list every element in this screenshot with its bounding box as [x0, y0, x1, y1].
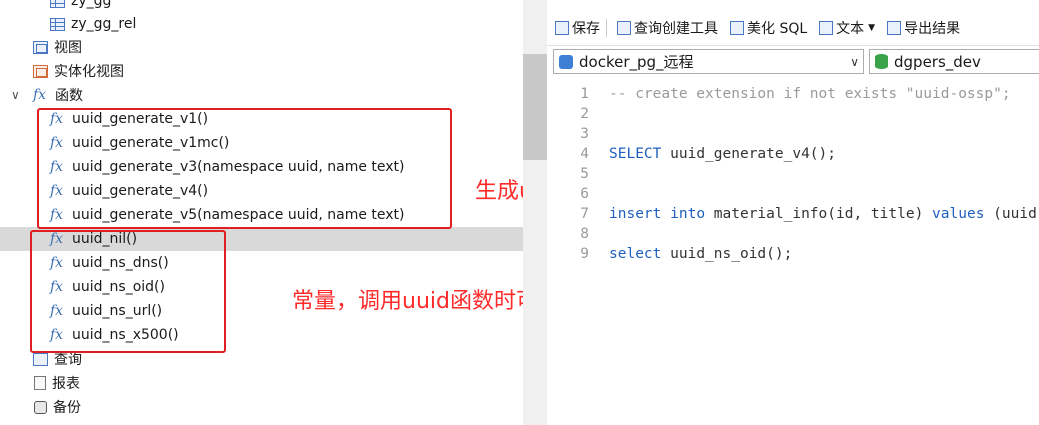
annotation-generators-text: 生成uuid的函数: [475, 179, 523, 204]
query-editor-panel: 保存 查询创建工具 美化 SQL 文本 ▼ 导出结果 docker_pg_远程 …: [547, 0, 1039, 425]
line-number: 4: [580, 146, 589, 162]
annotation-box-constants: [30, 230, 226, 353]
annotation-box-generators: [37, 108, 452, 229]
line-number: 7: [580, 206, 589, 222]
sql-token: uuid_ns_oid();: [670, 246, 793, 262]
line-number: 6: [580, 186, 589, 202]
backup-label: 备份: [53, 400, 81, 416]
table-name: zy_gg: [71, 0, 112, 9]
chevron-down-icon[interactable]: ∨: [11, 88, 20, 102]
code-line: -- create extension if not exists "uuid-…: [609, 86, 1011, 102]
connection-select[interactable]: docker_pg_远程 ∨: [553, 49, 864, 74]
database-name: dgpers_dev: [894, 52, 981, 71]
reports-label: 报表: [52, 376, 80, 392]
line-number: 1: [580, 86, 589, 102]
object-navigator: zy_gg zy_gg_rel 视图 实体化视图 ∨ fx 函数 fx uuid…: [0, 0, 523, 425]
export-icon: [887, 20, 902, 35]
sql-token: (uuid: [993, 206, 1037, 222]
materialized-views-label: 实体化视图: [54, 64, 124, 80]
database-icon: [875, 54, 888, 69]
line-number: 2: [580, 106, 589, 122]
text-menu-button[interactable]: 文本 ▼: [815, 18, 879, 38]
query-builder-icon: [617, 20, 631, 35]
sql-keyword: SELECT: [609, 146, 662, 162]
code-line: insert into material_info(id, title) val…: [609, 204, 1037, 224]
tree-node-functions[interactable]: ∨ fx 函数: [0, 83, 523, 107]
database-select[interactable]: dgpers_dev: [869, 49, 1039, 74]
sql-keyword: insert: [609, 206, 662, 222]
sql-token: uuid_generate_v4();: [670, 146, 836, 162]
backup-icon: [34, 400, 47, 414]
tree-node-views[interactable]: 视图: [0, 35, 523, 59]
tree-node-materialized-views[interactable]: 实体化视图: [0, 59, 523, 83]
sql-editor[interactable]: 1 -- create extension if not exists "uui…: [547, 82, 1039, 425]
save-label: 保存: [572, 20, 600, 37]
text-icon: [819, 20, 834, 35]
connection-name: docker_pg_远程: [579, 53, 694, 71]
view-icon: [33, 40, 48, 54]
sql-keyword: select: [609, 246, 662, 262]
table-name: zy_gg_rel: [71, 16, 137, 32]
line-number: 5: [580, 166, 589, 182]
report-icon: [34, 376, 46, 390]
export-results-button[interactable]: 导出结果: [883, 18, 964, 38]
toolbar-divider: [606, 18, 607, 37]
beautify-icon: [730, 20, 744, 35]
dropdown-arrow-icon: ▼: [868, 22, 876, 33]
text-label: 文本: [836, 20, 865, 37]
line-number: 8: [580, 226, 589, 242]
sql-token: material_info(id,: [713, 206, 863, 222]
tree-node-reports[interactable]: 报表: [0, 371, 523, 395]
save-button[interactable]: 保存: [551, 18, 604, 38]
functions-label: 函数: [55, 88, 83, 104]
beautify-sql-button[interactable]: 美化 SQL: [726, 18, 811, 38]
beautify-label: 美化 SQL: [747, 20, 808, 37]
scrollbar-thumb[interactable]: [523, 54, 547, 160]
query-builder-button[interactable]: 查询创建工具: [613, 18, 722, 38]
table-icon: [50, 0, 65, 8]
query-builder-label: 查询创建工具: [634, 20, 718, 37]
chevron-down-icon: ∨: [850, 54, 859, 69]
code-line: SELECT uuid_generate_v4();: [609, 144, 836, 164]
tree-node-backup[interactable]: 备份: [0, 395, 523, 419]
editor-toolbar: 保存 查询创建工具 美化 SQL 文本 ▼ 导出结果: [547, 10, 1039, 46]
annotation-constants-text: 常量，调用uuid函数时可作为入参: [292, 289, 523, 314]
export-label: 导出结果: [904, 20, 961, 37]
sql-token: title): [870, 206, 924, 222]
query-icon: [33, 352, 48, 366]
connection-icon: [559, 54, 573, 69]
sql-keyword: into: [670, 206, 706, 222]
save-icon: [555, 20, 569, 35]
line-number: 3: [580, 126, 589, 142]
views-label: 视图: [54, 40, 82, 56]
code-line: select uuid_ns_oid();: [609, 244, 792, 264]
sql-keyword: values: [932, 206, 985, 222]
tree-item-table[interactable]: zy_gg_rel: [0, 12, 523, 36]
line-number: 9: [580, 246, 589, 262]
navigator-scrollbar[interactable]: [523, 0, 547, 425]
table-icon: [50, 17, 65, 31]
function-icon: fx: [33, 87, 47, 103]
materialized-view-icon: [33, 64, 48, 78]
